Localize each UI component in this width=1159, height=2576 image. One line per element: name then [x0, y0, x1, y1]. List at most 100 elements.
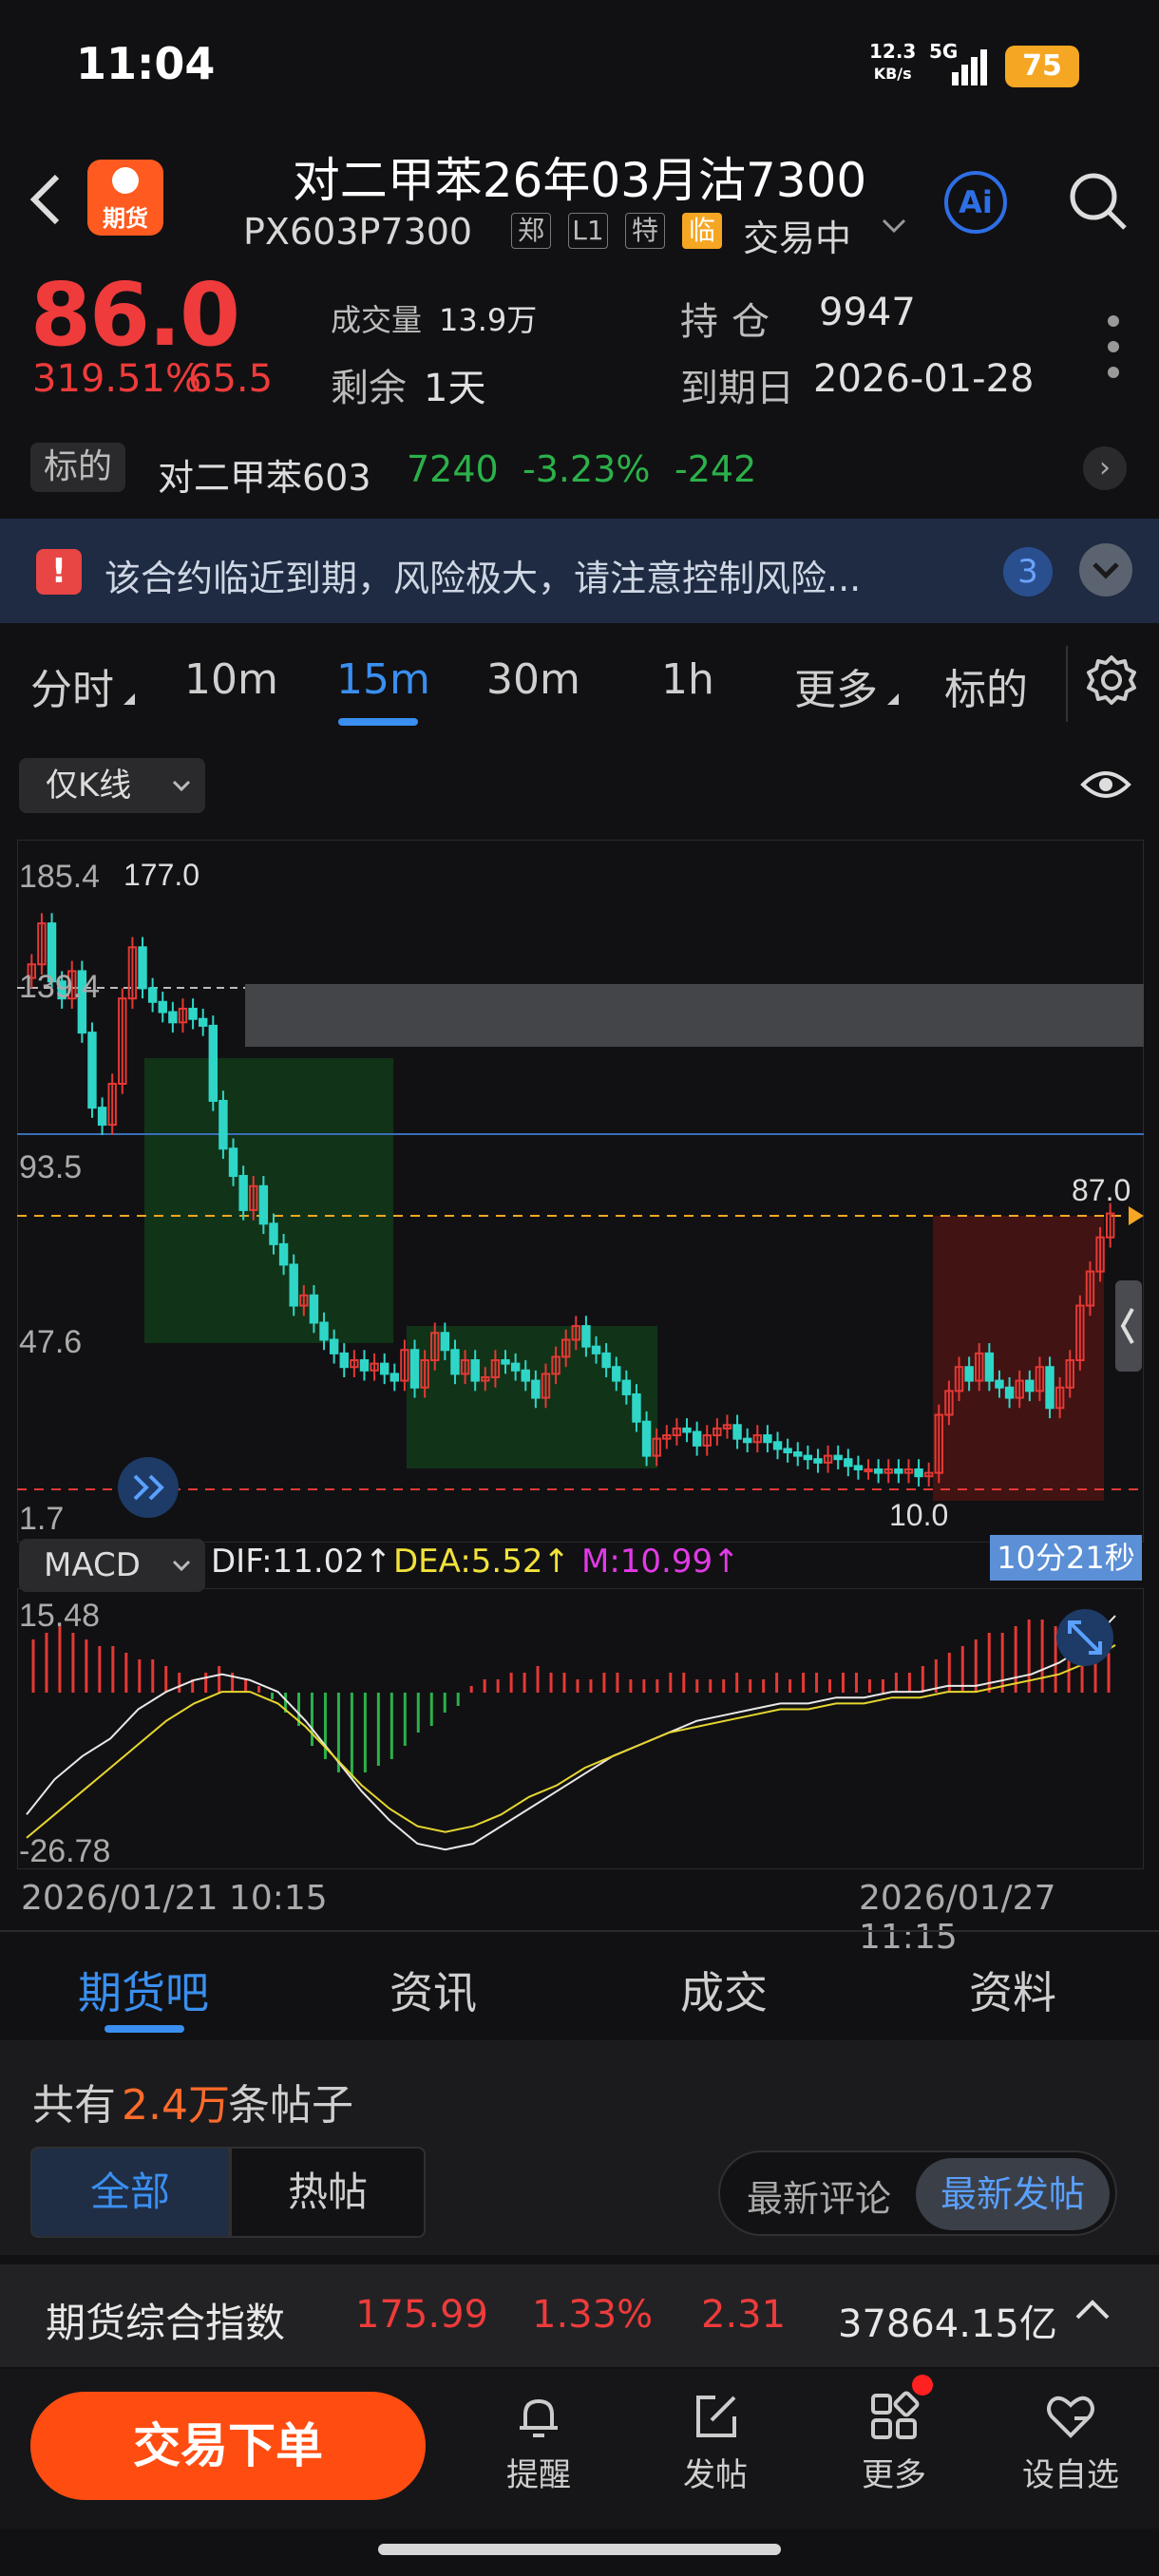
tab-info[interactable]: 资料 — [969, 1959, 1056, 2021]
expand-icon[interactable] — [1079, 543, 1132, 597]
candle — [531, 1379, 541, 1399]
tab-underlying[interactable]: 标的 — [944, 655, 1028, 716]
candle — [198, 1017, 208, 1027]
y-label-4: 47.6 — [19, 1324, 82, 1360]
candle — [309, 1294, 319, 1324]
search-icon[interactable] — [1066, 169, 1129, 232]
place-order-button[interactable]: 交易下单 — [30, 2392, 426, 2500]
open-interest-value: 9947 — [819, 291, 916, 334]
candle — [833, 1454, 843, 1461]
candle — [208, 1024, 218, 1102]
y-label-1: 185.4 — [19, 859, 100, 895]
resistance-zone — [245, 984, 1144, 1047]
tab-10m[interactable]: 10m — [184, 655, 278, 704]
active-tab-indicator — [338, 718, 418, 726]
candle — [501, 1359, 510, 1365]
tab-forum[interactable]: 期货吧 — [78, 1959, 209, 2021]
candle — [682, 1427, 692, 1433]
candle — [793, 1451, 803, 1457]
ai-assistant-button[interactable]: Ai — [944, 171, 1007, 234]
low-marker: 10.0 — [889, 1498, 948, 1532]
eye-icon[interactable] — [1079, 766, 1132, 804]
filter-hot-button[interactable]: 热帖 — [230, 2147, 426, 2238]
candle — [914, 1468, 923, 1478]
nav-more[interactable]: 更多 — [842, 2388, 946, 2511]
candle — [87, 1032, 97, 1109]
remaining-label: 剩余 — [331, 367, 407, 410]
macd-dif: DIF:11.02↑ — [211, 1543, 392, 1581]
candle — [581, 1325, 591, 1348]
logo-mark-icon — [112, 167, 139, 194]
level-tag: L1 — [568, 213, 608, 249]
special-tag: 特 — [625, 213, 665, 249]
nav-more-label: 更多 — [862, 2456, 926, 2494]
candle — [864, 1468, 873, 1472]
expiry-label: 到期日 — [680, 367, 794, 410]
candle — [409, 1349, 420, 1389]
candle — [601, 1352, 611, 1369]
candle — [632, 1392, 641, 1423]
sort-latest-comment[interactable]: 最新评论 — [747, 2169, 891, 2222]
scroll-handle[interactable] — [1115, 1280, 1142, 1372]
candle — [168, 1011, 178, 1024]
dea-line — [26, 1644, 1116, 1839]
nav-watchlist[interactable]: 设自选 — [1018, 2388, 1123, 2511]
indicator-select[interactable]: MACD — [19, 1539, 205, 1592]
chevron-down-icon[interactable] — [880, 211, 908, 247]
fullscreen-icon[interactable] — [1056, 1609, 1113, 1666]
active-tab-indicator — [104, 2025, 184, 2033]
contract-title: 对二甲苯26年03月沽7300 — [292, 153, 867, 208]
trading-status[interactable]: 交易中 — [743, 209, 851, 261]
net-speed: 12.3 KB/s — [869, 40, 916, 85]
logo-text: 期货 — [103, 205, 148, 232]
heart-icon — [1047, 2396, 1094, 2438]
more-options-icon[interactable] — [1104, 313, 1123, 380]
candle — [359, 1359, 370, 1372]
candle — [510, 1362, 521, 1372]
indicator-label: MACD — [44, 1546, 141, 1584]
macd-chart[interactable]: 15.48 -26.78 — [17, 1588, 1144, 1869]
candle — [853, 1465, 864, 1470]
change-amount: 65.5 — [188, 357, 274, 401]
tab-15m[interactable]: 15m — [336, 655, 430, 704]
home-indicator[interactable] — [378, 2544, 781, 2555]
tab-news[interactable]: 资讯 — [390, 1959, 477, 2021]
chevron-right-icon[interactable]: › — [1083, 446, 1127, 490]
tab-intraday[interactable]: 分时 — [30, 655, 114, 716]
underlying-name[interactable]: 对二甲苯603 — [158, 448, 371, 501]
macd-y-top: 15.48 — [19, 1598, 100, 1634]
candle — [440, 1332, 450, 1352]
chart-mode-select[interactable]: 仅K线 — [19, 758, 205, 813]
filter-all-button[interactable]: 全部 — [30, 2147, 230, 2238]
fast-forward-button[interactable] — [118, 1457, 179, 1518]
candle — [621, 1379, 632, 1395]
kline-chart[interactable]: 185.4 139.4 93.5 47.6 1.7 177.0 10.0 87.… — [17, 840, 1144, 1543]
candle — [803, 1454, 813, 1461]
candle — [1004, 1386, 1015, 1399]
risk-message[interactable]: 该合约临近到期，风险极大，请注意控制风险... — [104, 549, 861, 601]
back-button[interactable] — [27, 171, 74, 228]
bell-icon — [520, 2398, 558, 2437]
nav-post[interactable]: 发帖 — [663, 2388, 768, 2511]
nav-alert-label: 提醒 — [506, 2456, 571, 2494]
expiring-tag: 临 — [682, 213, 722, 249]
candle — [813, 1458, 823, 1464]
nav-alert[interactable]: 提醒 — [486, 2388, 591, 2511]
underlying-change-amount: -242 — [674, 448, 757, 490]
sort-latest-post[interactable]: 最新发帖 — [916, 2158, 1110, 2230]
candle — [329, 1338, 339, 1354]
net-speed-value: 12.3 — [869, 40, 917, 63]
index-turnover: 37864.15亿 — [838, 2302, 1057, 2346]
tab-more[interactable]: 更多 — [794, 655, 878, 716]
tab-30m[interactable]: 30m — [486, 655, 580, 704]
gear-icon[interactable] — [1083, 652, 1140, 709]
candle — [278, 1242, 289, 1266]
macd-histogram — [31, 1619, 1111, 1779]
candle — [97, 1107, 107, 1127]
chevron-up-icon[interactable] — [1072, 2289, 1113, 2340]
candle — [379, 1362, 390, 1375]
tab-1h[interactable]: 1h — [661, 655, 714, 704]
tab-trades[interactable]: 成交 — [680, 1959, 768, 2021]
exchange-tag: 郑 — [511, 213, 551, 249]
post-count-prefix: 共有 — [32, 2081, 116, 2130]
